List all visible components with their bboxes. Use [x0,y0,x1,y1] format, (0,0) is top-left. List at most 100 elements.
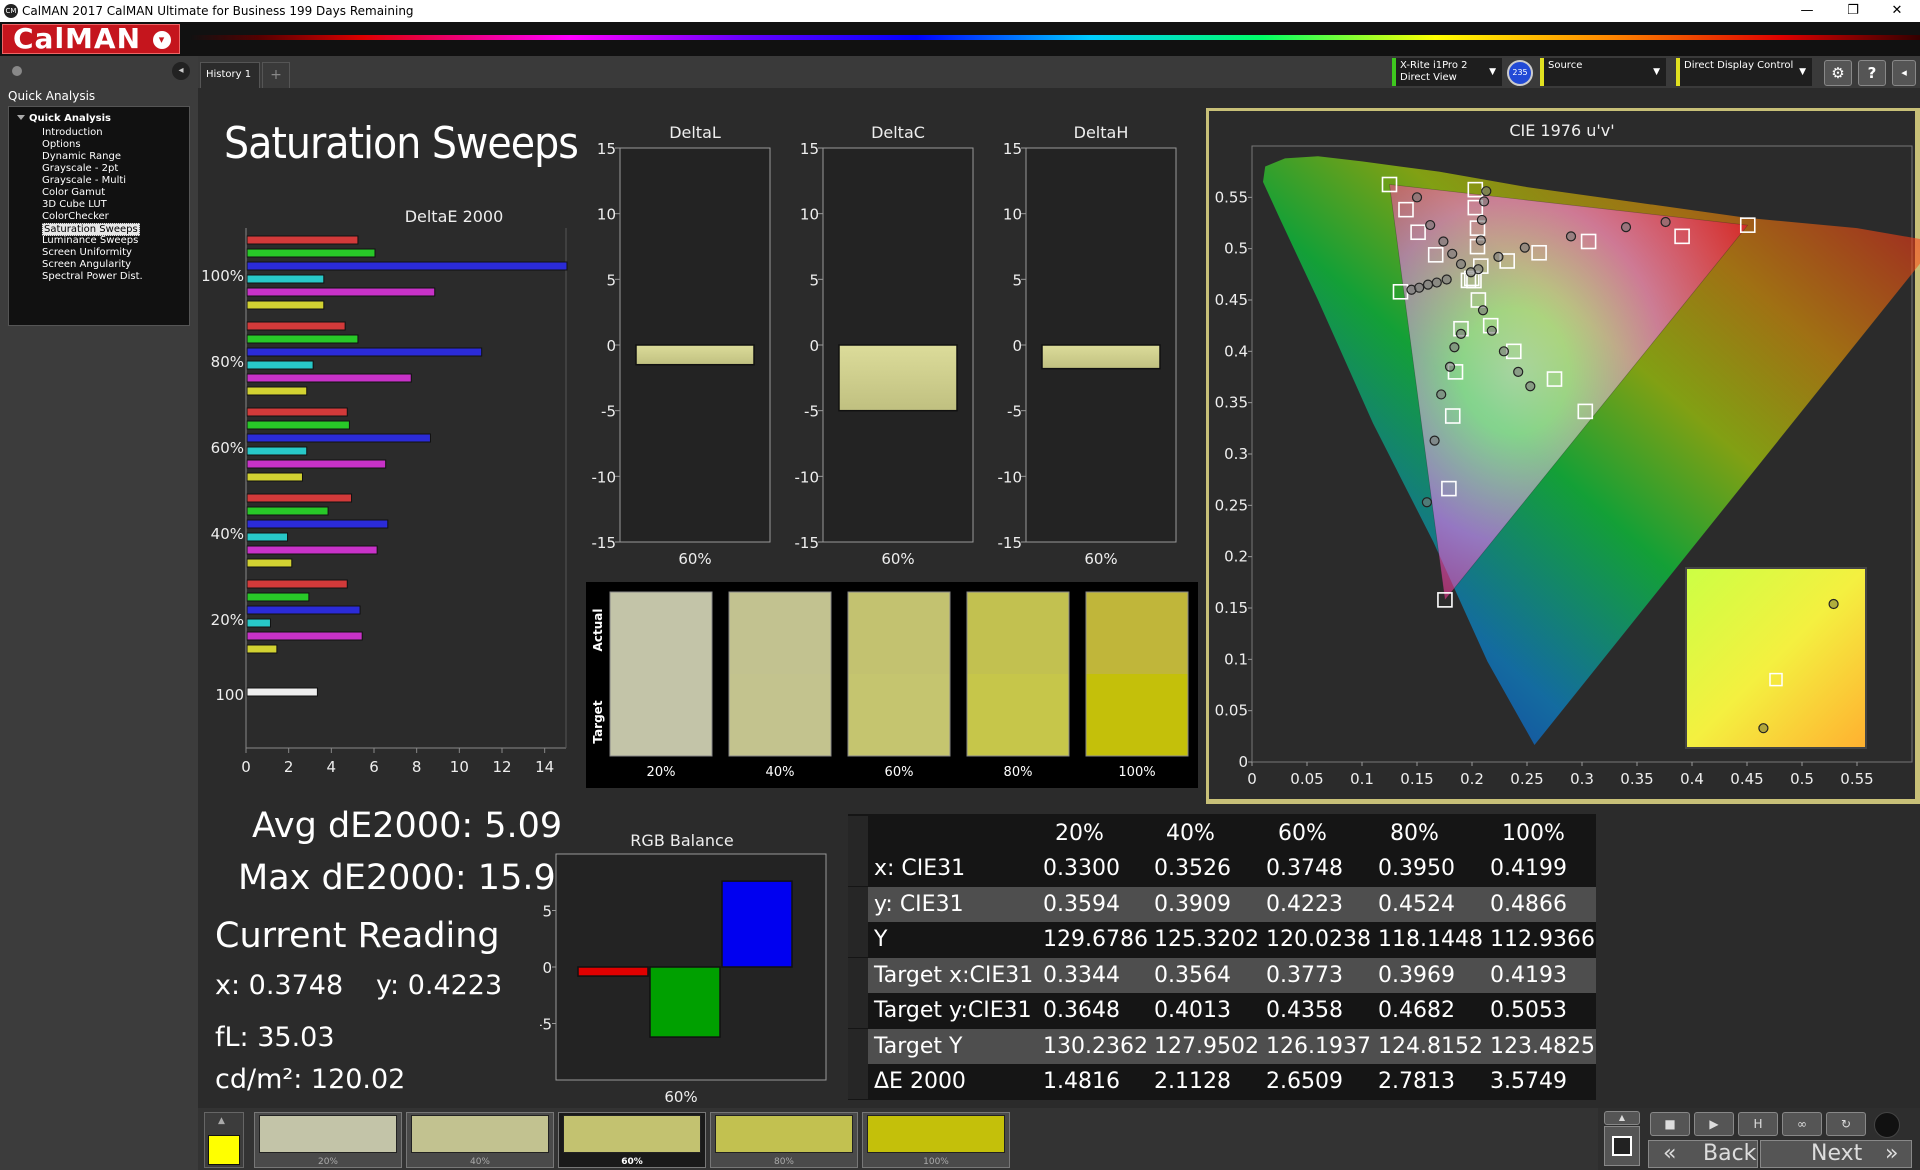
play-button[interactable]: ▶ [1694,1112,1734,1136]
y-tick-label: 10 [800,206,819,224]
back-button[interactable]: « Back [1648,1140,1758,1168]
deltae-bar [246,235,359,245]
target-swatch [967,674,1069,756]
deltae-bar [246,605,361,615]
tree-item[interactable]: Grayscale - Multi [42,175,126,186]
group-label: 20% [211,611,244,629]
tree-expand-icon[interactable] [17,115,25,120]
max-de2000: Max dE2000: 15.98 [238,858,579,898]
stop-measure-button[interactable]: ■ [1650,1112,1690,1136]
measure-swatch-button[interactable]: 100% [862,1112,1010,1168]
tree-item[interactable]: Introduction [42,127,103,138]
cie-x-tick-label: 0.35 [1620,770,1653,788]
close-button[interactable]: ✕ [1874,0,1920,22]
deltae-bar [246,360,314,370]
x-tick-label: 14 [535,758,554,776]
refresh-button[interactable]: ↻ [1826,1112,1866,1136]
minimize-button[interactable]: — [1784,0,1830,22]
table-cell: 0.4358 [1266,998,1343,1023]
cie-x-tick-label: 0.4 [1680,770,1704,788]
actual-swatch [848,592,950,674]
tree-item[interactable]: Color Gamut [42,187,105,198]
column-header: 80% [1390,821,1439,846]
measure-swatch-button[interactable]: 60% [558,1112,706,1168]
measured-point [1525,381,1536,392]
tree-item[interactable]: Grayscale - 2pt [42,163,118,174]
tree-root[interactable]: Quick Analysis [29,113,111,124]
deltae-bar [246,493,353,503]
pin-icon[interactable] [12,66,22,76]
deltae-bar [246,644,278,654]
meter-mode: Direct View [1400,72,1457,83]
table-cell: 120.0238 [1266,927,1371,952]
source-selector[interactable]: Source ▼ [1540,58,1666,86]
sidebar: ◂ Quick Analysis Quick Analysis Introduc… [0,56,198,1170]
tree-item[interactable]: Screen Angularity [42,259,131,270]
target-swatch [1086,674,1188,756]
cie-y-tick-label: 0.35 [1215,394,1248,412]
table-cell: 2.7813 [1378,1069,1455,1094]
table-cell: 0.4013 [1154,998,1231,1023]
measured-point [1431,277,1442,288]
measured-point [1447,248,1458,259]
table-cell: 0.3773 [1266,962,1343,988]
x-tick-label: 8 [412,758,422,776]
window-title: CalMAN 2017 CalMAN Ultimate for Business… [22,4,414,18]
deltae-bar [246,321,346,331]
tree-item[interactable]: Options [42,139,81,150]
target-label: Target [591,700,605,743]
tab-history-1[interactable]: History 1 [200,62,260,88]
deltae-bar [246,420,350,430]
y-tick-label: 0 [1012,337,1022,355]
rgb-y-tick-label: -5 [540,1016,552,1034]
x-tick-label: 4 [327,758,337,776]
cie-y-tick-label: 0 [1238,753,1248,771]
swatch-label: 40% [469,1157,490,1167]
display-control-selector[interactable]: Direct Display Control ▼ [1676,58,1812,86]
measure-swatch-button[interactable]: 40% [406,1112,554,1168]
measured-point [1493,251,1504,262]
swatch-label: 20% [317,1157,338,1167]
measured-point [1425,219,1436,231]
calman-logo-button[interactable]: CalMAN ▾ [2,24,180,54]
continuous-button[interactable]: ∞ [1782,1112,1822,1136]
deltae-bar [246,446,308,456]
collapse-sidebar-icon[interactable]: ◂ [172,62,190,80]
add-tab-button[interactable]: + [262,62,290,88]
deltae-bar [246,459,387,469]
tree-item[interactable]: Dynamic Range [42,151,121,162]
measured-point [1421,497,1432,508]
measured-point [1441,274,1452,285]
up-arrow-icon[interactable]: ▲ [1604,1111,1640,1125]
tree-item[interactable]: Luminance Sweeps [42,235,138,246]
y-tick-label: -10 [998,468,1023,486]
cie-y-tick-label: 0.15 [1215,599,1248,617]
measure-swatch-button[interactable]: 20% [254,1112,402,1168]
tree-item[interactable]: Spectral Power Dist. [42,271,143,282]
swatch-color [715,1115,853,1153]
tree-item[interactable]: Screen Uniformity [42,247,132,258]
probe-badge[interactable]: 235 [1507,60,1533,86]
deltae-bar [246,631,363,641]
measure-swatch-button[interactable]: 80% [710,1112,858,1168]
next-button[interactable]: Next » [1760,1140,1912,1168]
hold-button[interactable]: H [1738,1112,1778,1136]
table-cell: 0.3594 [1043,891,1120,917]
maximize-button[interactable]: ❐ [1830,0,1876,22]
cie-1976-chart: CIE 1976 u'v' 0.55 0.5 0.45 0.4 0.35 0.3 0.25 0.… [1206,108,1920,804]
help-icon[interactable]: ? [1858,60,1886,86]
tree-item[interactable]: 3D Cube LUT [42,199,107,210]
scroll-left-icon[interactable]: ◂ [1892,60,1916,86]
current-color-button[interactable]: ▲ [204,1112,244,1168]
tree-item[interactable]: ColorChecker [42,211,109,222]
logo-text: CalMAN [13,22,142,55]
cie-y-tick-label: 0.25 [1215,496,1248,514]
meter-selector[interactable]: X-Rite i1Pro 2 Direct View ▼ [1392,58,1502,86]
deltae-bar [246,472,303,482]
actual-swatch [967,592,1069,674]
table-row: Target Y 130.2362 127.9502 126.1937 124.8152… [848,1028,1596,1064]
stop-button[interactable] [1604,1126,1640,1166]
cie-x-tick-label: 0.15 [1400,770,1433,788]
table-cell: 129.6786 [1043,927,1148,952]
gear-icon[interactable]: ⚙ [1824,60,1852,86]
